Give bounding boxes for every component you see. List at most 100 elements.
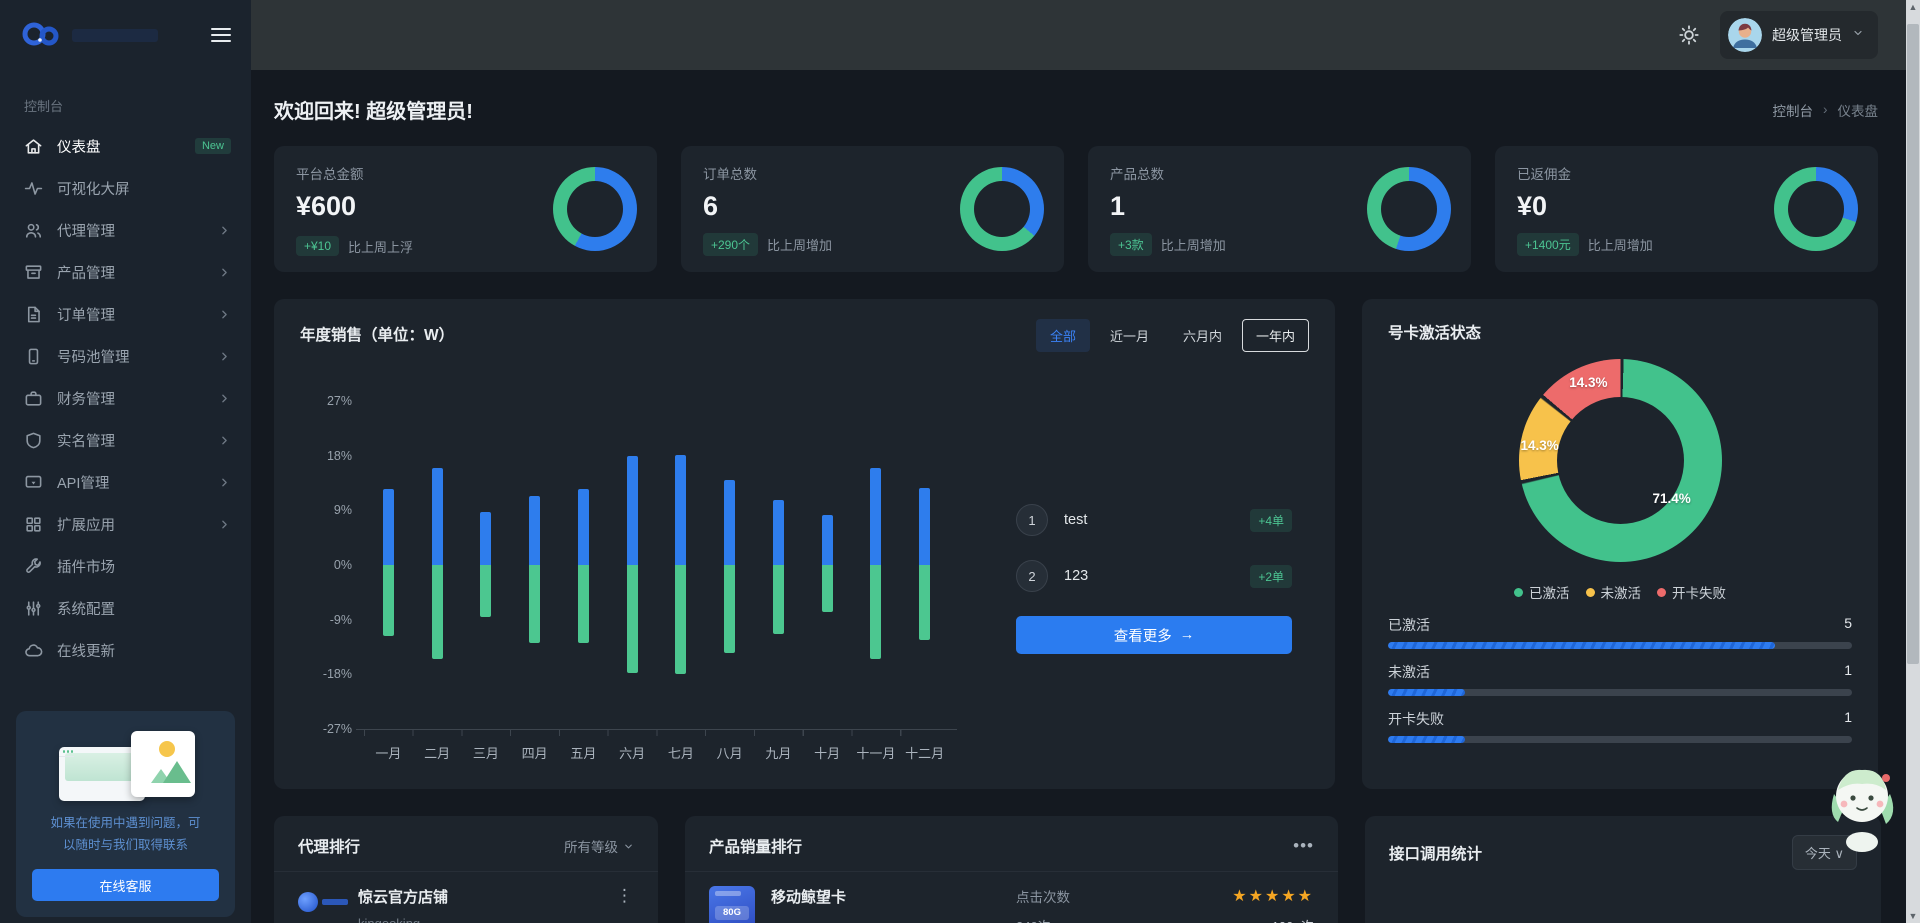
sidebar-item-label: 插件市场 <box>57 559 115 576</box>
logo-text <box>72 28 158 42</box>
filter-last-month[interactable]: 近一月 <box>1096 319 1163 352</box>
scroll-up-arrow[interactable]: ▲ <box>1906 0 1920 14</box>
sidebar-item-numberpool[interactable]: 号码池管理 <box>0 335 251 377</box>
legend-active[interactable]: 已激活 <box>1514 582 1570 602</box>
sidebar-item-config[interactable]: 系统配置 <box>0 587 251 629</box>
sidebar-item-label: 代理管理 <box>57 223 115 240</box>
legend-fail[interactable]: 开卡失败 <box>1657 582 1726 602</box>
agent-ranking-card: 代理排行 所有等级 惊云官方店铺 kingooking ⋮ <box>274 816 658 923</box>
slice-label-fail: 14.3% <box>1569 375 1608 391</box>
briefcase-icon <box>24 389 43 408</box>
agent-level-dropdown[interactable]: 所有等级 <box>564 836 634 856</box>
legend-inactive[interactable]: 未激活 <box>1585 582 1641 602</box>
product-sales-card: 产品销量排行 ••• 80G 移动鲸望卡 点击次数 240次 <box>685 816 1338 923</box>
ranking-row[interactable]: 1 test +4单 <box>1016 504 1292 536</box>
bar-positive <box>577 489 589 565</box>
filter-all[interactable]: 全部 <box>1035 319 1090 352</box>
chevron-right-icon <box>218 392 231 405</box>
chevron-right-icon <box>218 518 231 531</box>
breadcrumb-root[interactable]: 控制台 <box>1773 100 1814 120</box>
user-name: 超级管理员 <box>1772 27 1842 43</box>
card-activation-status: 号卡激活状态 14.3% 14.3% 71.4% 已激活 未激活 开卡失败 已激… <box>1362 299 1878 789</box>
progress-active: 已激活 5 <box>1388 615 1852 649</box>
bar-negative <box>821 565 833 613</box>
support-illustration <box>51 725 201 803</box>
sidebar-item-api[interactable]: API管理 <box>0 461 251 503</box>
chevron-right-icon <box>218 434 231 447</box>
view-more-button[interactable]: 查看更多 → <box>1016 616 1292 654</box>
sidebar-item-bigscreen[interactable]: 可视化大屏 <box>0 167 251 209</box>
sidebar-item-agents[interactable]: 代理管理 <box>0 209 251 251</box>
new-badge: New <box>194 138 231 154</box>
sidebar-item-label: 仪表盘 <box>57 139 101 156</box>
cloud-icon <box>24 641 43 660</box>
slice-label-active: 71.4% <box>1652 490 1691 506</box>
bar-negative <box>382 565 394 637</box>
progress-inactive: 未激活 1 <box>1388 662 1852 696</box>
shield-icon <box>24 431 43 450</box>
rank-number: 2 <box>1016 560 1048 592</box>
vertical-scrollbar[interactable]: ▲ ▼ <box>1906 0 1920 923</box>
api-monitor-icon <box>24 473 43 492</box>
rank-badge: +2单 <box>1250 564 1292 588</box>
theme-toggle-sun-icon[interactable] <box>1678 24 1700 46</box>
sidebar-item-label: 订单管理 <box>57 307 115 324</box>
kebab-menu-icon[interactable]: ⋮ <box>616 886 634 906</box>
sidebar-item-plugins[interactable]: 插件市场 <box>0 545 251 587</box>
progress-track <box>1388 736 1852 743</box>
progress-fail: 开卡失败 1 <box>1388 709 1852 743</box>
online-support-button[interactable]: 在线客服 <box>32 869 219 901</box>
stat-desc: 比上周上浮 <box>348 239 414 255</box>
ellipsis-menu-icon[interactable]: ••• <box>1293 836 1314 856</box>
star-rating: ★★★★★ 100+次 <box>1232 886 1314 923</box>
scrollbar-thumb[interactable] <box>1907 24 1919 664</box>
sidebar-item-label: 在线更新 <box>57 643 115 660</box>
order-file-icon <box>24 305 43 324</box>
mascot-pet-widget[interactable] <box>1824 756 1900 861</box>
sidebar-item-update[interactable]: 在线更新 <box>0 629 251 671</box>
mini-donut-chart <box>1367 167 1451 251</box>
activation-donut-chart: 14.3% 14.3% 71.4% <box>1518 359 1722 562</box>
sidebar-item-label: 财务管理 <box>57 391 115 408</box>
stat-desc: 比上周增加 <box>1160 238 1226 253</box>
chevron-down-icon <box>625 844 632 848</box>
sidebar-item-orders[interactable]: 订单管理 <box>0 293 251 335</box>
ranking-row[interactable]: 2 123 +2单 <box>1016 560 1292 592</box>
sidebar-item-dashboard[interactable]: 仪表盘 New <box>0 125 251 167</box>
breadcrumb-current: 仪表盘 <box>1837 103 1879 119</box>
user-menu[interactable]: 超级管理员 <box>1720 11 1878 59</box>
click-count-value: 240次 <box>1016 916 1070 923</box>
sidebar-item-products[interactable]: 产品管理 <box>0 251 251 293</box>
stat-card-product-total: 产品总数 1 +3款 比上周增加 <box>1088 146 1471 272</box>
menu-toggle-icon[interactable] <box>211 24 231 45</box>
api-stats-card: 接口调用统计 今天 ∨ <box>1365 816 1881 923</box>
bar-positive <box>382 489 394 565</box>
scroll-down-arrow[interactable]: ▼ <box>1906 909 1920 923</box>
agent-row[interactable]: 惊云官方店铺 kingooking ⋮ <box>274 872 658 923</box>
shop-subname: kingooking <box>358 916 448 923</box>
sidebar-item-finance[interactable]: 财务管理 <box>0 377 251 419</box>
sidebar-item-label: 号码池管理 <box>57 349 130 366</box>
bar-positive <box>480 511 492 565</box>
sidebar-item-label: 产品管理 <box>57 265 115 282</box>
product-image: 80G <box>709 886 755 923</box>
sidebar-header <box>0 0 251 70</box>
product-row[interactable]: 80G 移动鲸望卡 点击次数 240次 ★★★★★ 100+次 <box>685 872 1338 923</box>
users-icon <box>24 221 43 240</box>
bar-positive <box>821 514 833 565</box>
filter-one-year[interactable]: 一年内 <box>1241 319 1309 352</box>
cloud-logo-icon[interactable] <box>20 18 62 53</box>
page-title: 欢迎回来! 超级管理员! <box>274 101 473 123</box>
bar-negative <box>919 565 931 640</box>
support-promo-card: 如果在使用中遇到问题，可 以随时与我们取得联系 在线客服 <box>16 711 235 917</box>
stat-desc: 比上周增加 <box>1587 238 1653 253</box>
sidebar-item-extensions[interactable]: 扩展应用 <box>0 503 251 545</box>
stat-cards-row: 平台总金额 ¥600 +¥10 比上周上浮 订单总数 6 +290个 比上周增加 产… <box>274 146 1906 272</box>
sales-range-filters: 全部 近一月 六月内 一年内 <box>1035 319 1309 352</box>
filter-six-months[interactable]: 六月内 <box>1169 319 1236 352</box>
rank-number: 1 <box>1016 504 1048 536</box>
sidebar-item-realname[interactable]: 实名管理 <box>0 419 251 461</box>
bar-chart-plot <box>356 401 957 736</box>
breadcrumb-separator: › <box>1823 102 1828 117</box>
chevron-right-icon <box>218 308 231 321</box>
